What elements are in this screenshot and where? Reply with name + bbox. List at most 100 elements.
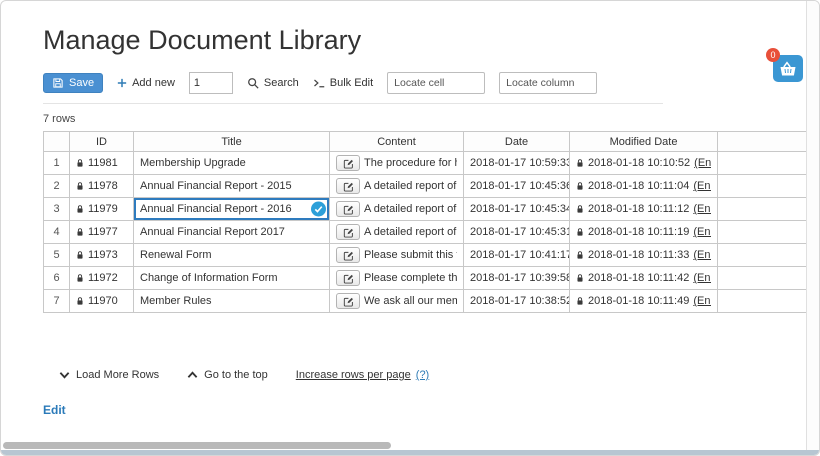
title-cell[interactable]: Annual Financial Report 2017 [134, 221, 330, 244]
content-cell[interactable]: A detailed report of th... [330, 175, 464, 198]
lock-icon [576, 227, 584, 237]
row-number-cell[interactable]: 3 [44, 198, 70, 221]
row-number-cell[interactable]: 1 [44, 152, 70, 175]
edit-content-button[interactable] [336, 247, 360, 263]
edit-content-button[interactable] [336, 224, 360, 240]
add-new-button[interactable]: Add new [117, 77, 175, 89]
row-number-cell[interactable]: 4 [44, 221, 70, 244]
enable-link[interactable]: (Enable) [693, 203, 711, 215]
id-cell[interactable]: 11972 [70, 267, 134, 290]
modified-date-cell[interactable]: 2018-01-18 10:11:42(Enabl... [570, 267, 718, 290]
vertical-scrollbar[interactable] [806, 1, 819, 455]
title-cell[interactable]: Renewal Form [134, 244, 330, 267]
app-window: Manage Document Library Save Add new Sea… [0, 0, 820, 456]
id-cell[interactable]: 11978 [70, 175, 134, 198]
edit-content-button[interactable] [336, 270, 360, 286]
date-cell[interactable]: 2018-01-17 10:59:33 [464, 152, 570, 175]
id-cell[interactable]: 11973 [70, 244, 134, 267]
modified-date-cell[interactable]: 2018-01-18 10:11:19(Enable) [570, 221, 718, 244]
id-cell[interactable]: 11977 [70, 221, 134, 244]
cart-button[interactable]: 0 [773, 55, 803, 82]
empty-cell[interactable] [718, 198, 808, 221]
edit-content-button[interactable] [336, 178, 360, 194]
modified-date-cell[interactable]: 2018-01-18 10:10:52(Enab... [570, 152, 718, 175]
enable-link[interactable]: (Enabl... [693, 272, 711, 284]
empty-cell[interactable] [718, 267, 808, 290]
row-number-cell[interactable]: 5 [44, 244, 70, 267]
terminal-prompt-icon [313, 77, 325, 89]
load-more-rows-button[interactable]: Load More Rows [59, 369, 159, 381]
empty-cell[interactable] [718, 175, 808, 198]
page-title: Manage Document Library [43, 25, 819, 56]
go-to-top-button[interactable]: Go to the top [187, 369, 268, 381]
edit-content-button[interactable] [336, 293, 360, 309]
modified-date-cell[interactable]: 2018-01-18 10:11:49(Enabl... [570, 290, 718, 313]
column-header-date[interactable]: Date [464, 132, 570, 152]
search-button[interactable]: Search [247, 77, 299, 89]
date-cell[interactable]: 2018-01-17 10:38:52 [464, 290, 570, 313]
modified-date-cell[interactable]: 2018-01-18 10:11:04(Enabl... [570, 175, 718, 198]
row-number-cell[interactable]: 6 [44, 267, 70, 290]
horizontal-scrollbar-thumb[interactable] [3, 442, 391, 449]
title-cell[interactable]: Change of Information Form [134, 267, 330, 290]
column-header-title[interactable]: Title [134, 132, 330, 152]
date-cell[interactable]: 2018-01-17 10:41:17 [464, 244, 570, 267]
title-cell[interactable]: Membership Upgrade [134, 152, 330, 175]
add-new-count-input[interactable] [189, 72, 233, 94]
edit-content-button[interactable] [336, 155, 360, 171]
load-more-rows-label: Load More Rows [76, 369, 159, 381]
edit-link[interactable]: Edit [43, 403, 66, 417]
content-cell[interactable]: The procedure for ho... [330, 152, 464, 175]
lock-icon [576, 273, 584, 283]
row-number-cell[interactable]: 2 [44, 175, 70, 198]
id-cell[interactable]: 11970 [70, 290, 134, 313]
title-cell-selected[interactable]: Annual Financial Report - 2016 [134, 198, 330, 221]
modified-date-cell[interactable]: 2018-01-18 10:11:33(Enabl... [570, 244, 718, 267]
enable-link[interactable]: (Enabl... [693, 180, 711, 192]
edit-content-button[interactable] [336, 201, 360, 217]
column-header-rownum [44, 132, 70, 152]
date-cell[interactable]: 2018-01-17 10:45:31 [464, 221, 570, 244]
empty-cell[interactable] [718, 290, 808, 313]
enable-link[interactable]: (Enab... [694, 157, 711, 169]
empty-cell[interactable] [718, 152, 808, 175]
title-cell[interactable]: Member Rules [134, 290, 330, 313]
pencil-square-icon [343, 250, 354, 261]
content-cell[interactable]: Please complete this f... [330, 267, 464, 290]
save-button-label: Save [69, 77, 94, 89]
column-header-content[interactable]: Content [330, 132, 464, 152]
empty-cell[interactable] [718, 244, 808, 267]
column-header-modified-date[interactable]: Modified Date [570, 132, 718, 152]
table-header-row: ID Title Content Date Modified Date [44, 132, 808, 152]
help-link[interactable]: (?) [416, 369, 429, 381]
content-cell[interactable]: Please submit this for... [330, 244, 464, 267]
date-cell[interactable]: 2018-01-17 10:45:36 [464, 175, 570, 198]
locate-cell-input[interactable] [387, 72, 485, 94]
enable-link[interactable]: (Enabl... [693, 295, 711, 307]
id-cell[interactable]: 11979 [70, 198, 134, 221]
content-cell[interactable]: A detailed report of th... [330, 198, 464, 221]
column-header-id[interactable]: ID [70, 132, 134, 152]
bulk-edit-button[interactable]: Bulk Edit [313, 77, 373, 89]
horizontal-scrollbar[interactable] [1, 441, 806, 450]
increase-rows-per-page-link[interactable]: Increase rows per page [296, 369, 411, 381]
row-number-cell[interactable]: 7 [44, 290, 70, 313]
title-cell[interactable]: Annual Financial Report - 2015 [134, 175, 330, 198]
locate-column-input[interactable] [499, 72, 597, 94]
pencil-square-icon [343, 296, 354, 307]
save-button[interactable]: Save [43, 73, 103, 93]
date-cell[interactable]: 2018-01-17 10:45:34 [464, 198, 570, 221]
empty-cell[interactable] [718, 221, 808, 244]
check-circle-icon[interactable] [311, 202, 326, 217]
content-cell[interactable]: We ask all our membe... [330, 290, 464, 313]
table-row: 4 11977 Annual Financial Report 2017 A d… [44, 221, 808, 244]
table-row-selected: 3 11979 Annual Financial Report - 2016 A… [44, 198, 808, 221]
pencil-square-icon [343, 227, 354, 238]
lock-icon [76, 181, 84, 191]
enable-link[interactable]: (Enable) [693, 226, 711, 238]
content-cell[interactable]: A detailed report of th... [330, 221, 464, 244]
enable-link[interactable]: (Enabl... [693, 249, 711, 261]
date-cell[interactable]: 2018-01-17 10:39:58 [464, 267, 570, 290]
id-cell[interactable]: 11981 [70, 152, 134, 175]
modified-date-cell[interactable]: 2018-01-18 10:11:12(Enable) [570, 198, 718, 221]
